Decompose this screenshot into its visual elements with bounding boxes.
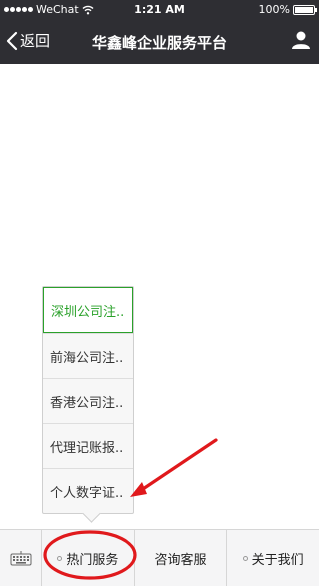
status-bar: WeChat 1:21 AM 100% xyxy=(0,0,319,20)
bottom-menu-bar: 热门服务 咨询客服 关于我们 xyxy=(0,529,319,586)
profile-button[interactable] xyxy=(291,30,311,54)
keyboard-icon xyxy=(10,551,31,566)
page-title: 华鑫峰企业服务平台 xyxy=(91,34,227,52)
submenu-item-shenzhen[interactable]: 深圳公司注.. xyxy=(43,287,133,333)
menu-about-us-label: 关于我们 xyxy=(251,552,304,568)
submenu-indicator-icon xyxy=(242,555,248,561)
menu-hot-services-label: 热门服务 xyxy=(66,552,119,568)
submenu-item-qianhai[interactable]: 前海公司注.. xyxy=(43,333,133,378)
menu-hot-services[interactable]: 热门服务 xyxy=(42,530,135,586)
status-right: 100% xyxy=(258,3,317,16)
menu-about-us[interactable]: 关于我们 xyxy=(227,530,319,586)
person-icon xyxy=(292,31,310,49)
wechat-screen: WeChat 1:21 AM 100% 返回 华鑫峰企业服务平台 深圳公司注..… xyxy=(0,0,319,586)
hot-services-submenu: 深圳公司注.. 前海公司注.. 香港公司注.. 代理记账报.. 个人数字证.. xyxy=(42,286,134,523)
annotation-arrow-line xyxy=(135,438,218,495)
keyboard-toggle-button[interactable] xyxy=(0,530,42,586)
nav-bar: 返回 华鑫峰企业服务平台 xyxy=(0,20,319,64)
submenu-indicator-icon xyxy=(57,555,63,561)
submenu-item-bookkeeping[interactable]: 代理记账报.. xyxy=(43,423,133,468)
menu-customer-service-label: 咨询客服 xyxy=(154,552,207,568)
battery-icon xyxy=(293,4,317,15)
battery-percent: 100% xyxy=(258,3,290,16)
submenu-item-hongkong[interactable]: 香港公司注.. xyxy=(43,378,133,423)
menu-customer-service[interactable]: 咨询客服 xyxy=(135,530,228,586)
